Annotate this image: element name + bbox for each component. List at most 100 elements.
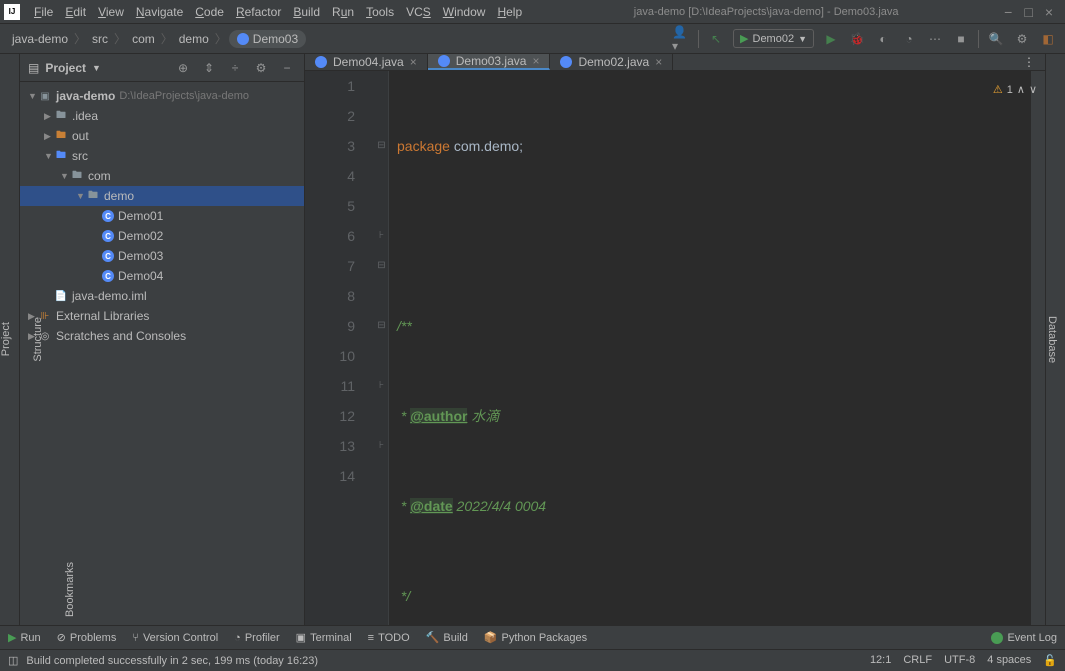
tool-database[interactable]: Database [1046,316,1058,363]
minimize-button[interactable]: − [1004,4,1012,20]
tool-profiler[interactable]: ◔Profiler [234,632,280,644]
profile-button[interactable]: ◔ [900,30,918,48]
readonly-icon[interactable]: 🔓 [1043,654,1057,667]
run-config-select[interactable]: ▶Demo02▼ [733,29,814,48]
tree-file[interactable]: 📄java-demo.iml [20,286,304,306]
tool-todo[interactable]: ≡TODO [368,632,410,644]
tree-scratch[interactable]: ▶◎Scratches and Consoles [20,326,304,346]
close-button[interactable]: × [1045,4,1053,20]
tree-folder[interactable]: ▶🖿.idea [20,106,304,126]
menu-navigate[interactable]: Navigate [130,3,189,21]
tool-vcs[interactable]: ⑂Version Control [132,632,218,644]
breadcrumb-item[interactable]: com [128,30,159,48]
project-tree: ▼▣java-demoD:\IdeaProjects\java-demo ▶🖿.… [20,82,304,625]
maximize-button[interactable]: □ [1024,4,1032,20]
tree-folder[interactable]: ▼🖿src [20,146,304,166]
tree-folder[interactable]: ▶🖿out [20,126,304,146]
debug-button[interactable]: 🐞 [848,30,866,48]
hide-icon[interactable]: − [278,59,296,77]
attach-button[interactable]: ⋯ [926,30,944,48]
tree-class[interactable]: CDemo04 [20,266,304,286]
menu-window[interactable]: Window [437,3,492,21]
right-tool-strip: Database SciView [1045,54,1065,625]
menu-build[interactable]: Build [287,3,326,21]
event-badge-icon [991,632,1003,644]
tree-root[interactable]: ▼▣java-demoD:\IdeaProjects\java-demo [20,86,304,106]
tree-class[interactable]: CDemo01 [20,206,304,226]
collapse-icon[interactable]: ÷ [226,59,244,77]
menubar: File Edit View Navigate Code Refactor Bu… [28,3,528,21]
user-icon[interactable]: 👤▾ [672,30,690,48]
editor-area: Demo04.java× Demo03.java× Demo02.java× ⋮… [305,54,1045,625]
window-controls: − □ × [1004,4,1061,20]
breadcrumb-item[interactable]: java-demo [8,30,72,48]
warning-icon: ⚠ [993,75,1003,105]
class-icon [237,33,249,45]
tool-project[interactable]: Project [0,322,12,356]
close-icon[interactable]: × [532,54,539,68]
editor-tab[interactable]: Demo03.java× [428,54,551,70]
bottom-tool-tabs: ▶Run ⊘Problems ⑂Version Control ◔Profile… [0,625,1065,649]
menu-view[interactable]: View [92,3,130,21]
menu-refactor[interactable]: Refactor [230,3,287,21]
tree-ext[interactable]: ▶⊪External Libraries [20,306,304,326]
help-icon[interactable]: ◧ [1039,30,1057,48]
expand-icon[interactable]: ⇕ [200,59,218,77]
chevron-down-icon[interactable]: ▼ [92,63,101,73]
menu-vcs[interactable]: VCS [400,3,437,21]
menu-file[interactable]: File [28,3,59,21]
editor-tabs: Demo04.java× Demo03.java× Demo02.java× ⋮ [305,54,1045,71]
breadcrumb-class[interactable]: Demo03 [229,30,306,48]
tree-folder[interactable]: ▼🖿com [20,166,304,186]
tool-build[interactable]: 🔨Build [426,631,468,644]
editor-scrollbar[interactable] [1031,71,1045,625]
next-icon[interactable]: ∨ [1029,75,1037,105]
close-icon[interactable]: × [410,55,417,69]
class-icon [315,56,327,68]
editor-tab[interactable]: Demo02.java× [550,54,673,70]
navigation-bar: java-demo〉 src〉 com〉 demo〉 Demo03 👤▾ ↖ ▶… [0,24,1065,54]
tool-terminal[interactable]: ▣Terminal [296,631,352,644]
project-view-icon: ▤ [28,61,39,75]
event-log-button[interactable]: Event Log [1007,632,1057,644]
menu-tools[interactable]: Tools [360,3,400,21]
breadcrumb-item[interactable]: src [88,30,112,48]
line-separator[interactable]: CRLF [903,654,932,667]
breadcrumb-item[interactable]: demo [175,30,213,48]
stop-button[interactable]: ■ [952,30,970,48]
tool-run[interactable]: ▶Run [8,631,41,644]
gear-icon[interactable]: ⚙ [252,59,270,77]
tool-python[interactable]: 📦Python Packages [484,631,587,644]
inspection-widget[interactable]: ⚠1 ∧∨ [993,75,1037,105]
more-icon[interactable]: ⋮ [1013,54,1045,70]
tool-problems[interactable]: ⊘Problems [57,631,117,644]
project-sidebar: ▤ Project ▼ ⊕ ⇕ ÷ ⚙ − ▼▣java-demoD:\Idea… [20,54,305,625]
tool-windows-icon[interactable]: ◫ [8,654,18,667]
indent[interactable]: 4 spaces [987,654,1031,667]
search-icon[interactable]: 🔍 [987,30,1005,48]
sidebar-header: ▤ Project ▼ ⊕ ⇕ ÷ ⚙ − [20,54,304,82]
menu-code[interactable]: Code [189,3,230,21]
select-opened-icon[interactable]: ⊕ [174,59,192,77]
run-button[interactable]: ▶ [822,30,840,48]
menu-run[interactable]: Run [326,3,360,21]
tree-folder-demo[interactable]: ▼🖿demo [20,186,304,206]
encoding[interactable]: UTF-8 [944,654,975,667]
cursor-position[interactable]: 12:1 [870,654,891,667]
ij-logo-icon: IJ [4,4,20,20]
class-icon [560,56,572,68]
menu-help[interactable]: Help [491,3,528,21]
tree-class[interactable]: CDemo02 [20,226,304,246]
coverage-button[interactable]: ◐ [874,30,892,48]
editor-tab[interactable]: Demo04.java× [305,54,428,70]
left-tool-strip: Project Structure Bookmarks [0,54,20,625]
tree-class[interactable]: CDemo03 [20,246,304,266]
menu-edit[interactable]: Edit [59,3,92,21]
tool-structure[interactable]: Structure [32,317,44,362]
tool-bookmarks[interactable]: Bookmarks [64,562,76,617]
back-icon[interactable]: ↖ [707,30,725,48]
settings-icon[interactable]: ⚙ [1013,30,1031,48]
close-icon[interactable]: × [655,55,662,69]
code-editor[interactable]: 123 456 789 101112 1314 ⊟ ⊦ ⊟ ⊟ ⊦ ⊦ pack… [305,71,1045,625]
prev-icon[interactable]: ∧ [1017,75,1025,105]
